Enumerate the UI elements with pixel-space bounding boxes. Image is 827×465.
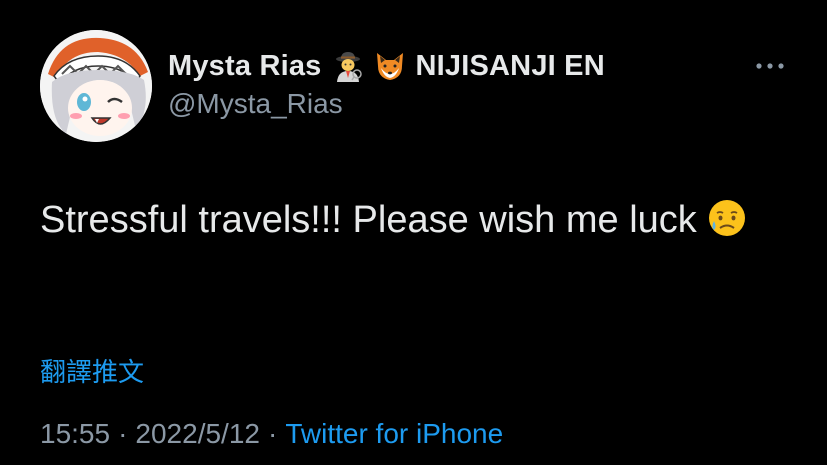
meta-separator: · xyxy=(267,418,278,449)
tweet-source-link[interactable]: Twitter for iPhone xyxy=(285,418,503,449)
meta-separator: · xyxy=(118,418,128,449)
affiliation-label: NIJISANJI EN xyxy=(415,49,605,82)
more-options-button[interactable] xyxy=(752,52,788,80)
avatar[interactable] xyxy=(40,30,152,142)
tweet-text: Stressful travels!!! Please wish me luck xyxy=(40,192,780,248)
translate-tweet-link[interactable]: 翻譯推文 xyxy=(40,352,144,389)
sad-but-relieved-face-icon xyxy=(707,198,747,238)
detective-icon xyxy=(332,50,364,82)
avatar-image xyxy=(40,30,152,142)
tweet-time[interactable]: 15:55 xyxy=(40,418,110,449)
author-handle[interactable]: @Mysta_Rias xyxy=(168,88,343,120)
display-name[interactable]: Mysta Rias xyxy=(168,50,322,83)
tweet-date[interactable]: 2022/5/12 xyxy=(135,418,260,449)
tweet-meta: 15:55 · 2022/5/12 · Twitter for iPhone xyxy=(40,418,503,450)
author-name-row: Mysta Rias NIJISANJI EN xyxy=(168,46,605,86)
fox-icon xyxy=(374,50,406,82)
ellipsis-icon xyxy=(756,63,784,69)
tweet-body: Stressful travels!!! Please wish me luck xyxy=(40,199,697,241)
